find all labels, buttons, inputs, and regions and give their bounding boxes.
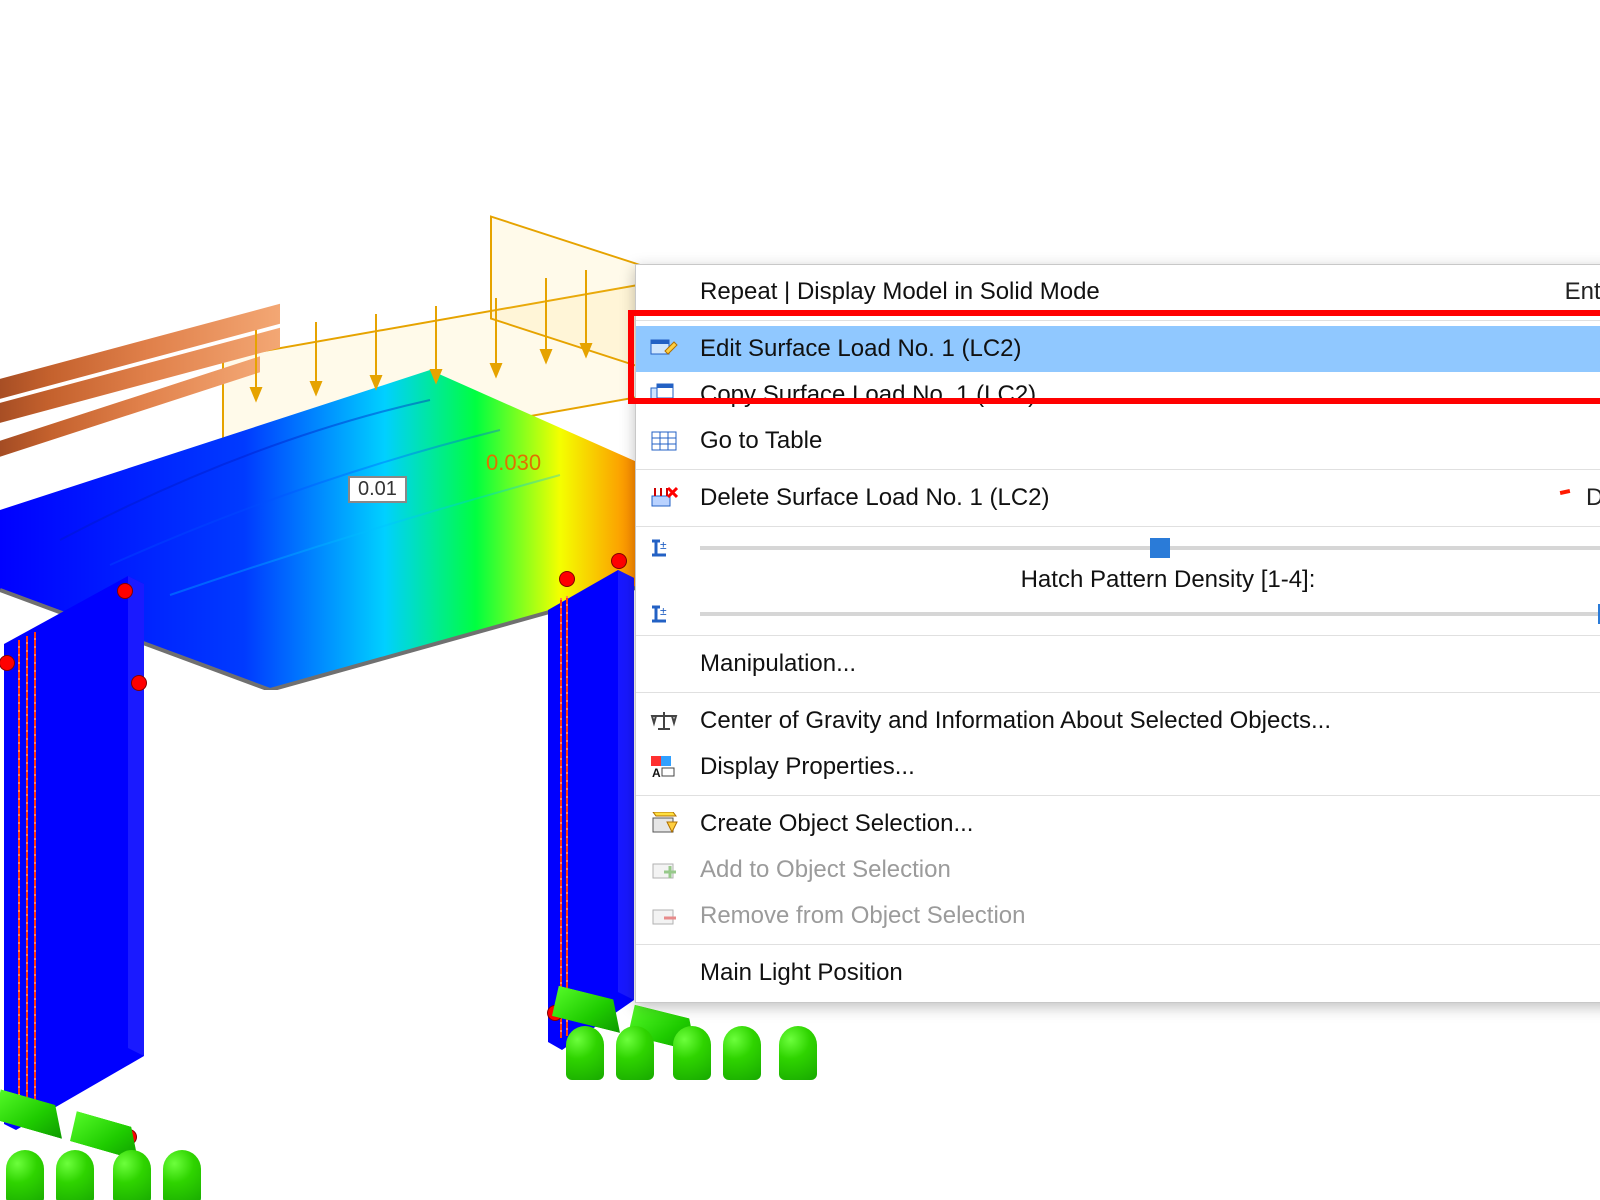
menu-separator (636, 944, 1600, 945)
node-dot (122, 1130, 136, 1144)
menu-separator (636, 320, 1600, 321)
deflection-label: 0.01 (348, 476, 407, 503)
menu-label: Remove from Object Selection (700, 902, 1600, 930)
rebar (560, 598, 562, 1038)
svg-text:±: ± (660, 538, 667, 552)
rebar (26, 636, 28, 1106)
menu-separator (636, 526, 1600, 527)
edit-dialog-icon (646, 331, 682, 367)
copy-dialog-icon (646, 377, 682, 413)
svg-text:±: ± (660, 604, 667, 618)
node-dot (118, 584, 132, 598)
menu-separator (636, 469, 1600, 470)
balance-icon (646, 703, 682, 739)
beam (0, 356, 260, 469)
menu-label: Copy Surface Load No. 1 (LC2) (700, 381, 1600, 409)
slider-track[interactable] (700, 546, 1600, 550)
delete-load-icon (646, 480, 682, 516)
supports-row (0, 1086, 142, 1169)
beam (0, 328, 280, 436)
context-menu: Repeat | Display Model in Solid Mode Ent… (635, 264, 1600, 1003)
menu-label: Go to Table (700, 427, 1600, 455)
wall-panel-right (548, 570, 648, 1070)
menu-edit-surface-load[interactable]: Edit Surface Load No. 1 (LC2) (636, 326, 1600, 372)
menu-label: Delete Surface Load No. 1 (LC2) (700, 484, 1562, 512)
menu-label: Add to Object Selection (700, 856, 1600, 884)
menu-label: Main Light Position (700, 959, 1588, 987)
selection-create-icon (646, 806, 682, 842)
menu-add-to-object-selection: Add to Object Selection (636, 847, 1600, 893)
hatch-density-caption: Hatch Pattern Density [1-4]: (636, 564, 1600, 598)
display-properties-icon: A (646, 749, 682, 785)
slider-thumb[interactable] (1150, 538, 1170, 558)
menu-separator (636, 692, 1600, 693)
slider-track[interactable] (700, 612, 1600, 616)
node-dot (132, 676, 146, 690)
menu-delete-surface-load[interactable]: Delete Surface Load No. 1 (LC2) Del (636, 475, 1600, 521)
menu-remove-from-object-selection: Remove from Object Selection (636, 893, 1600, 939)
blank-icon (646, 955, 682, 991)
menu-go-to-table[interactable]: Go to Table (636, 418, 1600, 464)
rebar (566, 596, 568, 1036)
beam (0, 304, 280, 412)
result-contour-slab (0, 370, 700, 690)
density-icon: ± (646, 596, 682, 632)
selection-add-icon (646, 852, 682, 888)
node-dot (0, 656, 14, 670)
menu-separator (636, 795, 1600, 796)
hatch-density-slider[interactable]: ± (636, 598, 1600, 630)
menu-manipulation[interactable]: Manipulation... (636, 641, 1600, 687)
node-dot (548, 1006, 562, 1020)
menu-shortcut: Enter (1565, 278, 1600, 306)
rebar (34, 632, 36, 1102)
deflection-extreme-label: 0.030 (486, 450, 541, 476)
menu-label: Center of Gravity and Information About … (700, 707, 1600, 735)
menu-label: Edit Surface Load No. 1 (LC2) (700, 335, 1600, 363)
menu-center-of-gravity[interactable]: Center of Gravity and Information About … (636, 698, 1600, 744)
selection-remove-icon (646, 898, 682, 934)
menu-create-object-selection[interactable]: Create Object Selection... (636, 801, 1600, 847)
menu-separator (636, 635, 1600, 636)
node-dot (612, 554, 626, 568)
wall-panel-left (4, 576, 164, 1136)
svg-text:A: A (652, 766, 661, 779)
menu-display-properties[interactable]: A Display Properties... (636, 744, 1600, 790)
menu-repeat[interactable]: Repeat | Display Model in Solid Mode Ent… (636, 269, 1600, 315)
supports-row (560, 1026, 823, 1087)
menu-label: Display Properties... (700, 753, 1600, 781)
supports-row (0, 1150, 207, 1200)
node-dot (560, 572, 574, 586)
rebar (18, 640, 20, 1110)
menu-label: Create Object Selection... (700, 810, 1600, 838)
blank-icon (646, 646, 682, 682)
menu-shortcut: Del (1586, 484, 1600, 512)
opacity-icon: ± (646, 530, 682, 566)
blank-icon (646, 274, 682, 310)
menu-copy-surface-load[interactable]: Copy Surface Load No. 1 (LC2) (636, 372, 1600, 418)
load-arrows (236, 330, 636, 460)
menu-main-light-position[interactable]: Main Light Position (636, 950, 1600, 996)
menu-label: Manipulation... (700, 650, 1588, 678)
table-icon (646, 423, 682, 459)
surface-load-box (222, 283, 646, 472)
load-opacity-slider[interactable]: ± (636, 532, 1600, 564)
menu-label: Repeat | Display Model in Solid Mode (700, 278, 1541, 306)
